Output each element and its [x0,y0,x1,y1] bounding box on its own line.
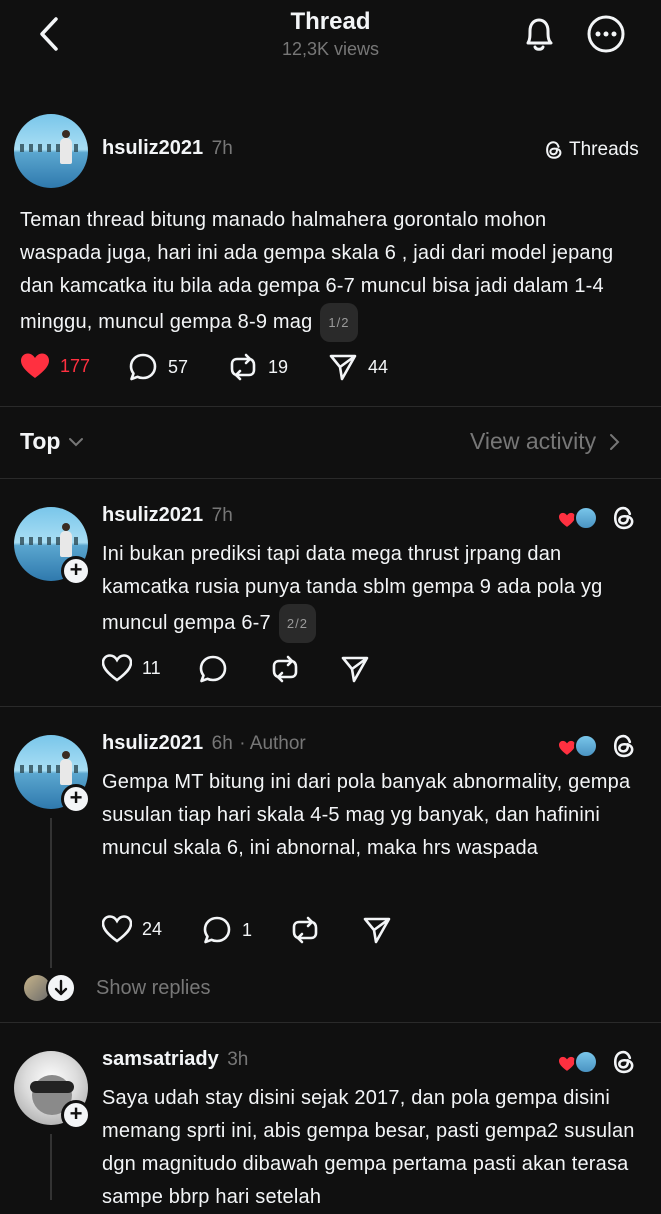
like-count: 24 [142,918,163,939]
threads-label: Threads [569,139,639,160]
follow-button[interactable]: + [61,1100,91,1130]
notifications-button[interactable] [520,14,558,54]
comment-icon [199,655,227,683]
liked-by-author-badge [556,1050,598,1074]
reply-text: Saya udah stay disini sejak 2017, dan po… [102,1087,635,1208]
post-text: Teman thread bitung manado halmahera gor… [20,209,614,333]
like-count: 11 [142,657,161,678]
share-button[interactable] [362,915,392,945]
follow-button[interactable]: + [61,556,91,586]
liked-by-author-badge [556,734,598,758]
divider [0,706,661,707]
reply-time: 7h [211,505,233,526]
thread-pager: 2/2 [278,604,316,643]
view-activity-link[interactable]: View activity [470,428,620,455]
reply-header: hsuliz2021 6h · Author [102,732,306,755]
sort-dropdown[interactable]: Top [20,428,84,455]
view-activity-label: View activity [470,428,597,454]
threads-logo-icon[interactable] [610,504,638,532]
show-replies-button[interactable]: Show replies [24,973,211,1003]
bell-icon [526,18,553,51]
heart-icon [102,915,132,943]
avatar[interactable] [14,114,88,188]
chevron-down-icon [69,437,84,446]
reply-text: Ini bukan prediksi tapi data mega thrust… [102,543,603,634]
liked-by-author-badge [556,506,598,530]
threads-source-link[interactable]: Threads [543,139,639,161]
reply-time: 6h [211,733,233,754]
reply-avatars [24,973,78,1003]
reply-body: Gempa MT bitung ini dari pola banyak abn… [102,766,647,865]
divider [0,1022,661,1023]
comment-icon [129,353,157,381]
reply-body: Saya udah stay disini sejak 2017, dan po… [102,1082,647,1214]
show-replies-label: Show replies [96,976,211,999]
like-count: 177 [60,355,91,376]
post-body: Teman thread bitung manado halmahera gor… [20,204,630,342]
thread-pager: 1/2 [320,303,358,342]
reply-header: samsatriady 3h [102,1048,248,1071]
more-options-button[interactable] [586,14,626,54]
heart-icon [102,654,132,682]
more-horizontal-icon [587,15,625,53]
comment-count: 1 [242,919,253,940]
reply-header: hsuliz2021 7h [102,504,233,527]
reply-time: 3h [227,1049,249,1070]
heart-icon [21,353,49,378]
chevron-right-icon [610,433,620,450]
comment-count: 57 [168,356,189,377]
share-button[interactable] [340,654,370,684]
repost-icon [272,655,298,683]
thread-line [50,818,52,968]
comment-button[interactable]: 57 [128,352,188,382]
sort-label: Top [20,428,61,454]
expand-icon [46,973,76,1003]
username[interactable]: hsuliz2021 [102,504,203,526]
like-button[interactable]: 11 [102,654,161,682]
page-title: Thread [290,8,371,35]
send-icon [329,354,357,381]
view-count: 12,3K views [281,39,380,59]
repost-button[interactable] [270,654,300,684]
reply-body: Ini bukan prediksi tapi data mega thrust… [102,538,647,643]
author-tag: · Author [239,733,306,754]
send-icon [363,917,391,944]
repost-icon [292,916,318,944]
post-header: hsuliz2021 7h [102,137,233,160]
post-time: 7h [211,138,233,159]
repost-count: 19 [268,356,289,377]
like-button[interactable]: 177 [20,352,90,380]
username[interactable]: hsuliz2021 [102,732,203,754]
repost-icon [230,353,256,381]
repost-button[interactable]: 19 [228,352,288,382]
comment-button[interactable]: 1 [202,915,252,945]
comment-icon [203,916,231,944]
like-button[interactable]: 24 [102,915,162,943]
thread-line [50,1134,52,1200]
threads-logo-icon[interactable] [610,1048,638,1076]
username[interactable]: hsuliz2021 [102,137,203,159]
reply-text: Gempa MT bitung ini dari pola banyak abn… [102,771,631,859]
username[interactable]: samsatriady [102,1048,219,1070]
threads-logo-icon [546,141,562,159]
share-count: 44 [368,356,389,377]
divider [0,478,661,479]
threads-logo-icon[interactable] [610,732,638,760]
share-button[interactable]: 44 [328,352,388,382]
comment-button[interactable] [198,654,228,684]
follow-button[interactable]: + [61,784,91,814]
divider [0,406,661,407]
send-icon [341,656,369,683]
repost-button[interactable] [290,915,320,945]
